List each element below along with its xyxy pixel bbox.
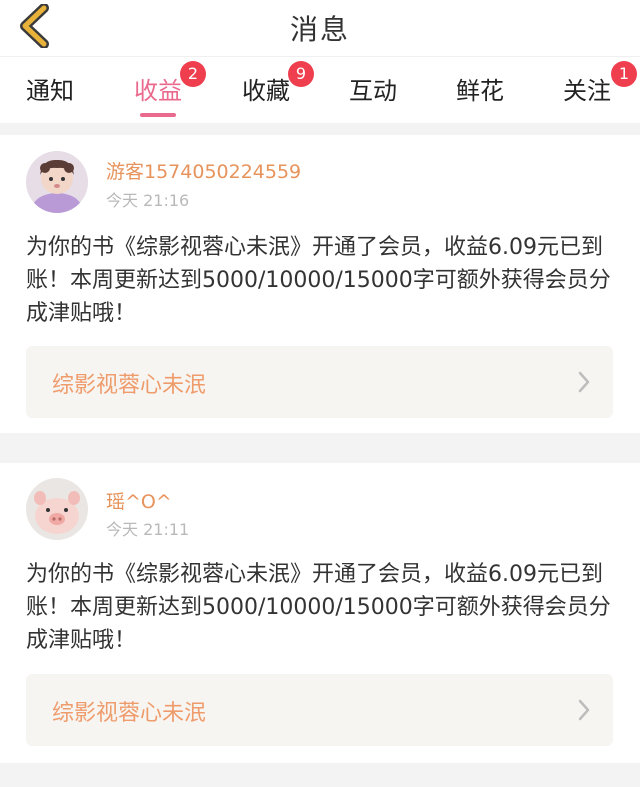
sender-name[interactable]: 瑶^O^	[106, 487, 172, 514]
message-time: 今天 21:16	[106, 191, 190, 210]
section-divider	[0, 763, 640, 787]
book-link[interactable]: 综影视蓉心未泯	[26, 674, 613, 746]
user-avatar-icon	[26, 151, 88, 213]
message-time: 今天 21:11	[106, 520, 190, 539]
tab-notifications[interactable]: 通知	[26, 71, 74, 115]
user-avatar-icon	[26, 478, 88, 540]
tab-label: 关注	[563, 77, 611, 105]
sender-name[interactable]: 游客1574050224559	[106, 157, 301, 184]
tab-label: 收藏	[242, 77, 290, 105]
tab-flowers[interactable]: 鲜花	[456, 71, 504, 115]
book-title: 综影视蓉心未泯	[52, 701, 207, 726]
message-card: 瑶^O^ 今天 21:11 为你的书《综影视蓉心未泯》开通了会员，收益6.09元…	[0, 463, 640, 763]
section-divider	[0, 433, 640, 463]
tab-interactions[interactable]: 互动	[349, 71, 397, 115]
tab-bar: 通知 收益 2 收藏 9 互动 鲜花 关注 1	[0, 56, 640, 123]
book-link[interactable]: 综影视蓉心未泯	[26, 346, 613, 418]
section-divider	[0, 123, 640, 135]
unread-badge: 9	[288, 61, 314, 87]
unread-badge: 2	[180, 61, 206, 87]
avatar[interactable]	[26, 151, 88, 213]
message-text: 为你的书《综影视蓉心未泯》开通了会员，收益6.09元已到账！本周更新达到5000…	[26, 562, 611, 653]
active-tab-indicator	[140, 113, 176, 117]
message-card: 游客1574050224559 今天 21:16 为你的书《综影视蓉心未泯》开通…	[0, 135, 640, 433]
tab-label: 互动	[349, 77, 397, 105]
top-bar: 消息	[0, 0, 640, 54]
chevron-right-icon	[578, 371, 590, 393]
tab-label: 通知	[26, 77, 74, 105]
tab-favorites[interactable]: 收藏 9	[242, 61, 314, 115]
tab-label: 收益	[134, 77, 182, 105]
page-title: 消息	[289, 13, 350, 46]
tab-label: 鲜花	[456, 77, 504, 105]
unread-badge: 1	[611, 61, 637, 87]
book-title: 综影视蓉心未泯	[52, 373, 207, 398]
avatar[interactable]	[26, 478, 88, 540]
chevron-right-icon	[578, 699, 590, 721]
tab-earnings[interactable]: 收益 2	[134, 61, 206, 117]
message-text: 为你的书《综影视蓉心未泯》开通了会员，收益6.09元已到账！本周更新达到5000…	[26, 235, 611, 326]
tab-follows[interactable]: 关注 1	[563, 61, 637, 115]
